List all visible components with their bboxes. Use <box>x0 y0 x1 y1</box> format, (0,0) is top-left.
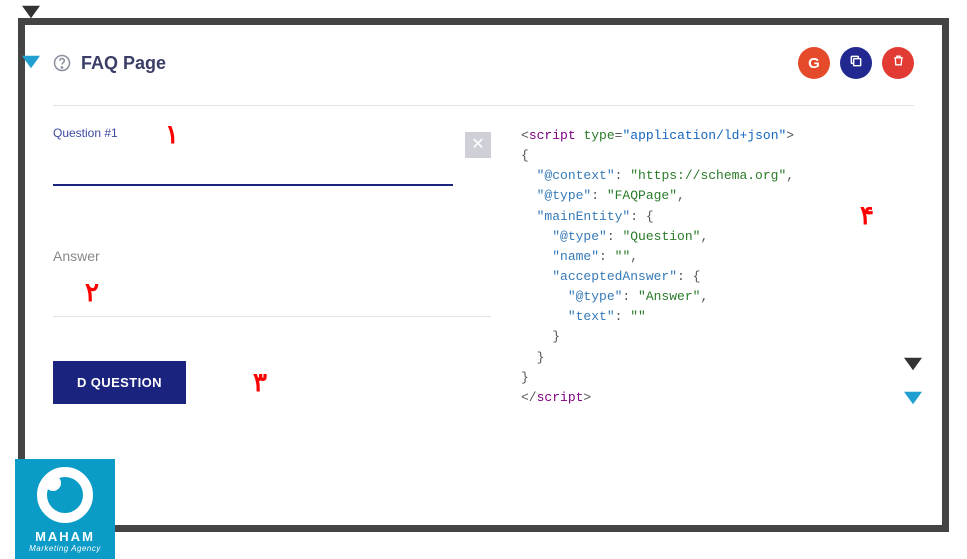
question-label: Question #1 <box>53 126 453 140</box>
delete-button[interactable] <box>882 47 914 79</box>
watermark-line2: Marketing Agency <box>29 544 101 553</box>
code-column: <script type="application/ld+json"> { "@… <box>521 126 914 408</box>
logo-mark-icon <box>37 467 93 523</box>
help-circle-icon <box>53 54 71 72</box>
answer-divider <box>53 316 491 317</box>
action-icons: G <box>798 47 914 79</box>
columns: Question #1 ✕ ۱ Answer ۲ D QUESTION <box>53 126 914 408</box>
divider <box>53 105 914 106</box>
caret-down-dark-right-icon <box>904 357 922 378</box>
question-row: Question #1 ✕ <box>53 126 491 186</box>
form-column: Question #1 ✕ ۱ Answer ۲ D QUESTION <box>53 126 491 408</box>
copy-icon <box>849 54 863 73</box>
caret-down-blue-right-icon <box>904 391 922 412</box>
canvas: FAQ Page G <box>0 0 967 550</box>
header-row: FAQ Page G <box>53 47 914 79</box>
answer-label: Answer <box>53 248 491 264</box>
remove-question-button[interactable]: ✕ <box>465 132 491 158</box>
annotation-3: ۳ <box>253 368 267 398</box>
google-g-icon: G <box>808 55 820 72</box>
content-area: FAQ Page G <box>25 25 942 525</box>
watermark-line1: MAHAM <box>35 529 95 544</box>
close-icon: ✕ <box>471 137 484 153</box>
app-frame: FAQ Page G <box>18 18 949 532</box>
caret-down-blue-icon <box>22 55 40 74</box>
copy-button[interactable] <box>840 47 872 79</box>
question-input[interactable] <box>53 162 453 186</box>
trash-icon <box>892 54 905 72</box>
title-wrap: FAQ Page <box>53 53 166 74</box>
code-block: <script type="application/ld+json"> { "@… <box>521 126 914 408</box>
add-question-button[interactable]: D QUESTION <box>53 361 186 404</box>
caret-down-dark-icon <box>22 5 40 24</box>
annotation-2: ۲ <box>85 278 99 308</box>
page-title: FAQ Page <box>81 53 166 74</box>
watermark-logo: MAHAM Marketing Agency <box>15 459 115 559</box>
google-test-button[interactable]: G <box>798 47 830 79</box>
add-question-button-label: D QUESTION <box>77 375 162 390</box>
